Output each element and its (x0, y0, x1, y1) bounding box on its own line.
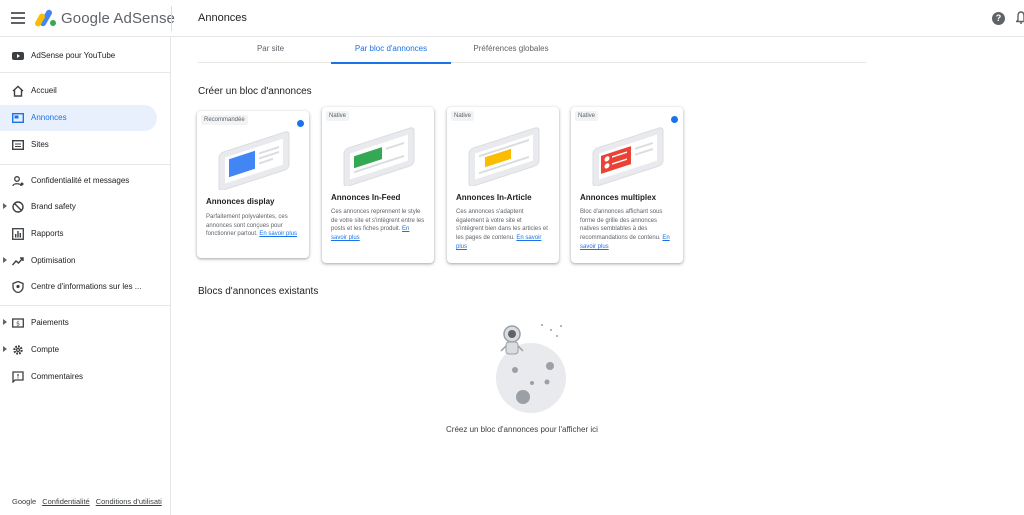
ad-type-card-in-article[interactable]: Native Annonces In-Article Ces annonces … (447, 107, 559, 263)
tab-preferences-globales[interactable]: Préférences globales (451, 37, 571, 63)
block-icon (12, 201, 24, 213)
empty-state-moon-illustration (496, 324, 566, 413)
card-title: Annonces display (206, 197, 275, 206)
sidebar-footer: Google Confidentialité Conditions d'utilis… (12, 497, 162, 506)
sidebar-item-commentaires[interactable]: Commentaires (0, 364, 157, 390)
sites-icon (12, 140, 24, 151)
sidebar-item-label: Paiements (31, 318, 69, 327)
reports-icon (12, 228, 24, 240)
info-icon[interactable] (671, 116, 678, 123)
tab-par-bloc-annonces[interactable]: Par bloc d'annonces (331, 37, 451, 64)
sidebar-item-annonces[interactable]: Annonces (0, 105, 157, 131)
home-icon (12, 85, 24, 97)
multiplex-ad-illustration (592, 127, 664, 186)
shield-icon (12, 281, 24, 293)
payments-icon: $ (12, 318, 24, 328)
card-description: Ces annonces s'adaptent également à votr… (456, 208, 550, 252)
sidebar-divider (0, 72, 171, 73)
adsense-logo (35, 9, 56, 27)
sidebar-item-label: Annonces (31, 113, 67, 122)
header-divider (171, 6, 172, 31)
brand-name: Google AdSense (61, 10, 175, 27)
native-badge: Native (575, 111, 599, 121)
help-icon[interactable]: ? (992, 12, 1005, 25)
privacy-user-icon (12, 176, 24, 187)
sidebar-item-label: Confidentialité et messages (31, 176, 130, 185)
sidebar: AdSense pour YouTube Accueil Annonces Si… (0, 37, 171, 515)
svg-text:$: $ (16, 321, 20, 328)
ad-type-card-multiplex[interactable]: Native Annonces multiplex Bloc d'annonce… (571, 107, 683, 263)
sidebar-item-label: AdSense pour YouTube (31, 51, 116, 60)
sidebar-item-label: Optimisation (31, 256, 76, 265)
in-article-ad-illustration (468, 127, 540, 186)
top-app-bar: Google AdSense Annonces ? (0, 0, 1024, 37)
ad-type-card-in-feed[interactable]: Native Annonces In-Feed Ces annonces rep… (322, 107, 434, 263)
expand-caret-icon[interactable] (3, 346, 7, 352)
card-description-text: Ces annonces reprennent le style de votr… (331, 209, 425, 233)
expand-caret-icon[interactable] (3, 203, 7, 209)
native-badge: Native (451, 111, 475, 121)
sidebar-divider (0, 305, 171, 306)
sidebar-item-label: Centre d'informations sur les ... (31, 282, 142, 291)
terms-link[interactable]: Conditions d'utilisati (96, 497, 162, 506)
sidebar-item-compte[interactable]: Compte (0, 337, 157, 363)
google-footer-label: Google (12, 497, 37, 506)
expand-caret-icon[interactable] (3, 257, 7, 263)
card-description: Parfaitement polyvalentes, ces annonces … (206, 213, 300, 239)
sidebar-item-optimisation[interactable]: Optimisation (0, 248, 157, 274)
display-ad-illustration (218, 131, 290, 190)
card-title: Annonces In-Article (456, 193, 532, 202)
recommended-badge: Recommandée (201, 115, 248, 125)
sidebar-item-adsense-youtube[interactable]: AdSense pour YouTube (0, 43, 157, 69)
menu-icon[interactable] (11, 12, 25, 24)
card-title: Annonces multiplex (580, 193, 657, 202)
feedback-icon (12, 371, 24, 383)
sidebar-item-label: Accueil (31, 86, 57, 95)
gear-icon (13, 345, 23, 355)
notifications-icon[interactable] (1016, 11, 1024, 24)
sidebar-item-accueil[interactable]: Accueil (0, 78, 157, 104)
sidebar-item-label: Compte (31, 345, 60, 354)
sidebar-item-centre-informations[interactable]: Centre d'informations sur les ... (0, 274, 157, 300)
sidebar-item-label: Brand safety (31, 202, 76, 211)
expand-caret-icon[interactable] (3, 319, 7, 325)
native-badge: Native (326, 111, 350, 121)
tab-bar: Par site Par bloc d'annonces Préférences… (198, 37, 866, 64)
sidebar-item-paiements[interactable]: $ Paiements (0, 310, 157, 336)
card-title: Annonces In-Feed (331, 193, 401, 202)
youtube-icon (12, 52, 24, 60)
sidebar-item-label: Rapports (31, 229, 64, 238)
card-description-text: Bloc d'annonces affichant sous forme de … (580, 209, 663, 242)
sidebar-divider (0, 164, 171, 165)
info-icon[interactable] (297, 120, 304, 127)
sidebar-item-brand-safety[interactable]: Brand safety (0, 194, 157, 220)
sidebar-item-label: Sites (31, 140, 49, 149)
sidebar-item-sites[interactable]: Sites (0, 132, 157, 158)
sidebar-item-rapports[interactable]: Rapports (0, 221, 157, 247)
in-feed-ad-illustration (343, 127, 415, 186)
create-section-title: Créer un bloc d'annonces (198, 86, 312, 97)
sidebar-item-label: Commentaires (31, 372, 84, 381)
privacy-link[interactable]: Confidentialité (42, 497, 90, 506)
existing-section-title: Blocs d'annonces existants (198, 286, 319, 297)
trending-icon (12, 257, 24, 266)
card-description: Bloc d'annonces affichant sous forme de … (580, 208, 674, 252)
tab-par-site[interactable]: Par site (198, 37, 343, 63)
empty-state-text: Créez un bloc d'annonces pour l'afficher… (446, 425, 598, 434)
ad-type-card-display[interactable]: Recommandée Annonces display Parfaitemen… (197, 111, 309, 258)
page-title: Annonces (198, 12, 247, 24)
learn-more-link[interactable]: En savoir plus (259, 231, 297, 237)
sidebar-item-confidentialite[interactable]: Confidentialité et messages (0, 168, 157, 194)
card-description: Ces annonces reprennent le style de votr… (331, 208, 425, 243)
ads-icon (12, 113, 24, 124)
